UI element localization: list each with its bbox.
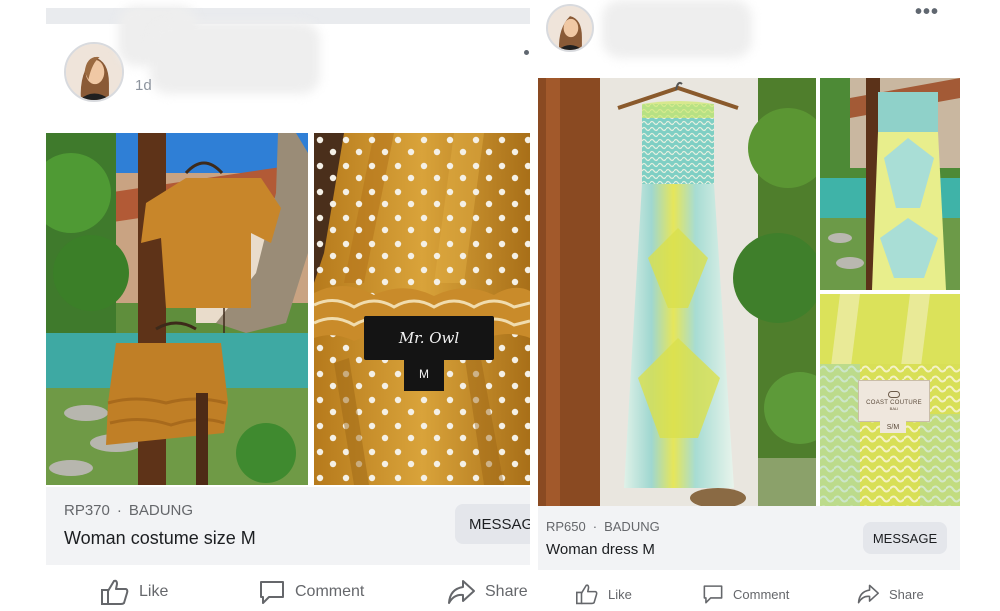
redacted-seller-name [602, 0, 752, 58]
listing-meta: RP650 · BADUNG [546, 519, 660, 534]
listing-title: Woman costume size M [64, 528, 256, 548]
listing-price: RP370 [64, 502, 110, 519]
marketplace-post-right: ••• COAST COUTURE BALI S/M RP650 · BADUN… [530, 0, 1000, 611]
brand-label: COAST COUTURE BALI [858, 380, 930, 422]
like-label: Like [608, 586, 632, 602]
listing-photo-dress[interactable] [538, 78, 816, 506]
share-label: Share [485, 583, 528, 600]
post-time: 1d [135, 77, 152, 94]
redacted-seller-name [150, 22, 320, 94]
avatar-image [66, 44, 122, 100]
listing-photo-dress-label[interactable]: COAST COUTURE BALI S/M [820, 294, 960, 506]
brand-logo-icon [888, 391, 900, 398]
comment-button[interactable]: Comment [702, 583, 789, 605]
size-label-text: S/M [886, 423, 900, 431]
listing-info-panel[interactable]: RP650 · BADUNG Woman dress M MESSAGE [538, 506, 960, 570]
message-button[interactable]: MESSAGE [455, 504, 530, 544]
dress-pool-image [820, 78, 960, 290]
like-button[interactable]: Like [100, 578, 168, 606]
size-label-text: M [419, 367, 429, 381]
label-closeup-image [314, 133, 530, 485]
speech-bubble-icon [703, 585, 723, 604]
listing-location: BADUNG [128, 502, 194, 519]
outfit-photo-image [46, 133, 308, 485]
size-label: S/M [880, 421, 906, 433]
comment-label: Comment [295, 583, 365, 600]
listing-location: BADUNG [604, 519, 660, 534]
like-label: Like [139, 583, 169, 600]
avatar-image [548, 6, 592, 50]
listing-price: RP650 [546, 519, 586, 534]
listing-title: Woman dress M [546, 541, 655, 558]
listing-meta: RP370 · BADUNG [64, 502, 193, 519]
listing-photo-outfit[interactable] [46, 133, 308, 485]
listing-photo-dress-pool[interactable] [820, 78, 960, 290]
thumbs-up-icon [576, 584, 598, 605]
like-button[interactable]: Like [575, 583, 632, 605]
seller-avatar[interactable] [64, 42, 124, 102]
share-arrow-icon [448, 580, 475, 604]
listing-info-panel[interactable]: RP370 · BADUNG Woman costume size M MESSAG… [46, 487, 530, 565]
comment-button[interactable]: Comment [258, 578, 364, 606]
brand-label-text: Mr. Owl [398, 329, 460, 347]
comment-label: Comment [733, 586, 790, 602]
share-arrow-icon [857, 584, 879, 604]
more-options-icon[interactable]: ••• [915, 2, 939, 22]
meta-separator: · [116, 502, 122, 519]
meta-separator: · [592, 519, 598, 534]
dress-photo-image [538, 78, 816, 506]
speech-bubble-icon [260, 581, 284, 604]
size-label: M [404, 357, 444, 391]
share-label: Share [889, 586, 924, 602]
brand-label-subtext: BALI [889, 406, 899, 411]
message-button[interactable]: MESSAGE [863, 522, 947, 554]
separator-dot [524, 50, 529, 55]
share-button[interactable]: Share [446, 578, 528, 606]
seller-avatar[interactable] [546, 4, 594, 52]
thumbs-up-icon [101, 579, 129, 605]
brand-label: Mr. Owl [364, 316, 494, 360]
share-button[interactable]: Share [856, 583, 924, 605]
listing-photo-label-closeup[interactable]: Mr. Owl M [314, 133, 530, 485]
marketplace-post-left: 1d Mr. Owl M RP370 · BADUNG Woman costum… [0, 0, 530, 611]
